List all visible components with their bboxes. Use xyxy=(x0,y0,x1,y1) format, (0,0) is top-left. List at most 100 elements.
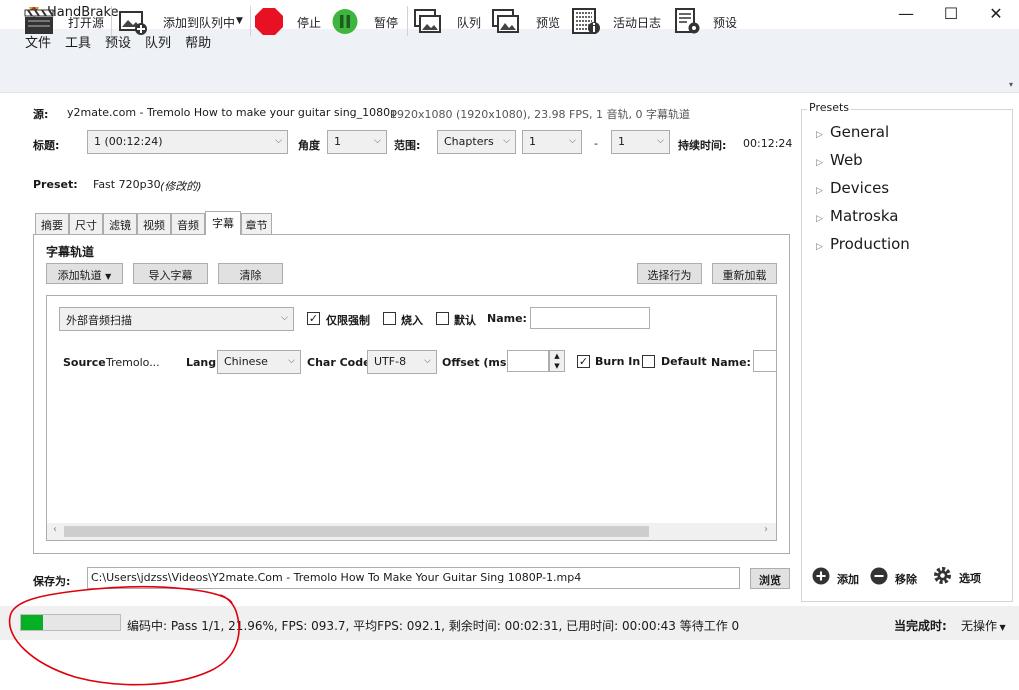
preset-devices-label: Devices xyxy=(830,179,890,197)
add-to-queue-dropdown-icon[interactable]: ▼ xyxy=(236,16,243,26)
tab-chapters[interactable]: 章节 xyxy=(241,213,272,234)
range-type-value: Chapters xyxy=(444,135,494,148)
burn-in-checkbox-2[interactable]: ✓ xyxy=(577,355,590,368)
lang-select[interactable]: Chinese ⌵ xyxy=(217,350,301,374)
forced-only-label: 仅限强制 xyxy=(326,314,370,327)
tab-filters[interactable]: 滤镜 xyxy=(103,213,137,234)
menu-queue[interactable]: 队列 xyxy=(144,29,178,51)
burn-in-checkbox[interactable] xyxy=(383,312,396,325)
stop-button[interactable]: 停止 xyxy=(297,14,321,31)
title-select[interactable]: 1 (00:12:24) ⌵ xyxy=(87,130,288,154)
tab-summary[interactable]: 摘要 xyxy=(35,213,69,234)
range-start-select[interactable]: 1 ⌵ xyxy=(522,130,582,154)
angle-select[interactable]: 1 ⌵ xyxy=(327,130,387,154)
gear-icon[interactable] xyxy=(932,565,953,586)
add-track-button[interactable]: 添加轨道 ▼ xyxy=(46,263,123,284)
spin-up-icon[interactable]: ▲ xyxy=(550,351,564,361)
scroll-left-icon[interactable]: ‹ xyxy=(53,524,57,535)
clapperboard-icon[interactable] xyxy=(24,8,54,35)
spin-down-icon[interactable]: ▼ xyxy=(550,361,564,371)
default-checkbox-2[interactable] xyxy=(642,355,655,368)
menu-tools[interactable]: 工具 xyxy=(64,29,98,51)
preset-production-label: Production xyxy=(830,235,910,253)
activity-log-button[interactable]: 活动日志 xyxy=(613,14,661,31)
default-label-2: Default xyxy=(661,355,707,368)
add-preset-button[interactable]: 添加 xyxy=(837,571,859,587)
clear-button[interactable]: 清除 xyxy=(218,263,283,284)
browse-button[interactable]: 浏览 xyxy=(750,568,790,589)
add-to-queue-button[interactable]: 添加到队列中 xyxy=(163,14,235,31)
pause-icon[interactable] xyxy=(331,8,361,35)
duration-value: 00:12:24 xyxy=(743,137,793,150)
when-done-label: 当完成时: xyxy=(894,619,947,633)
remove-preset-button[interactable]: 移除 xyxy=(895,571,917,587)
track-source-select[interactable]: 外部音频扫描 ⌵ xyxy=(59,307,294,331)
source-name: y2mate.com - Tremolo How to make your gu… xyxy=(67,106,398,119)
range-end-select[interactable]: 1 ⌵ xyxy=(611,130,670,154)
preset-general[interactable]: ▷ General xyxy=(816,123,889,141)
source-field-value: Tremolo... xyxy=(106,356,160,369)
import-subtitle-button[interactable]: 导入字幕 xyxy=(133,263,208,284)
chevron-down-icon: ⌵ xyxy=(275,136,282,146)
add-circle-icon[interactable] xyxy=(812,567,830,585)
offset-spinner[interactable]: ▲ ▼ xyxy=(549,350,565,372)
preview-icon[interactable] xyxy=(491,8,521,35)
scrollbar-thumb[interactable] xyxy=(64,526,649,537)
preset-value: Fast 720p30 xyxy=(93,178,161,191)
reload-button[interactable]: 重新加载 xyxy=(712,263,777,284)
menu-help[interactable]: 帮助 xyxy=(184,29,218,51)
name-input[interactable] xyxy=(530,307,650,329)
queue-icon[interactable] xyxy=(413,8,443,35)
maximize-button[interactable]: ☐ xyxy=(928,0,974,26)
forced-only-checkbox[interactable]: ✓ xyxy=(307,312,320,325)
queue-button[interactable]: 队列 xyxy=(457,14,481,31)
dropdown-arrow-icon: ▼ xyxy=(105,272,112,281)
name-label: Name: xyxy=(487,312,527,325)
char-code-select[interactable]: UTF-8 ⌵ xyxy=(367,350,437,374)
tab-video[interactable]: 视频 xyxy=(137,213,171,234)
default-checkbox[interactable] xyxy=(436,312,449,325)
presets-title: Presets xyxy=(807,101,852,114)
preview-button[interactable]: 预览 xyxy=(536,14,560,31)
offset-input[interactable] xyxy=(507,350,549,372)
preset-devices[interactable]: ▷ Devices xyxy=(816,179,889,197)
open-source-button[interactable]: 打开源 xyxy=(68,14,104,31)
pause-button[interactable]: 暂停 xyxy=(374,14,398,31)
track-source-value: 外部音频扫描 xyxy=(66,314,132,327)
preset-matroska[interactable]: ▷ Matroska xyxy=(816,207,898,225)
presets-button[interactable]: 预设 xyxy=(713,14,737,31)
preset-web[interactable]: ▷ Web xyxy=(816,151,863,169)
when-done-value: 无操作 xyxy=(961,619,998,633)
subtitle-track-list xyxy=(46,295,777,541)
preset-production[interactable]: ▷ Production xyxy=(816,235,910,253)
expand-triangle-icon: ▷ xyxy=(816,242,823,252)
stop-icon[interactable] xyxy=(254,8,284,35)
chevron-down-icon: ⌵ xyxy=(503,136,510,146)
presets-settings-icon[interactable] xyxy=(673,8,703,35)
range-type-select[interactable]: Chapters ⌵ xyxy=(437,130,516,154)
range-label: 范围: xyxy=(394,139,421,152)
preset-web-label: Web xyxy=(830,151,863,169)
select-behavior-button[interactable]: 选择行为 xyxy=(637,263,702,284)
when-done-select[interactable]: 无操作 ▼ xyxy=(961,617,1006,634)
toolbar xyxy=(0,51,1019,93)
toolbar-divider xyxy=(407,6,408,36)
scroll-right-icon[interactable]: › xyxy=(764,524,768,535)
preset-options-button[interactable]: 选项 xyxy=(959,570,981,586)
minimize-button[interactable]: — xyxy=(883,0,929,26)
offset-label: Offset (ms) xyxy=(442,356,512,369)
range-start-value: 1 xyxy=(529,135,536,148)
source-field-label: Source xyxy=(63,356,106,369)
tab-subtitles[interactable]: 字幕 xyxy=(205,211,241,235)
char-code-value: UTF-8 xyxy=(374,355,407,368)
activity-log-icon[interactable] xyxy=(571,8,601,35)
add-to-queue-icon[interactable] xyxy=(118,8,148,35)
remove-circle-icon[interactable] xyxy=(870,567,888,585)
preset-matroska-label: Matroska xyxy=(830,207,899,225)
tab-audio[interactable]: 音频 xyxy=(171,213,205,234)
chevron-down-icon: ⌵ xyxy=(424,356,431,366)
close-button[interactable]: ✕ xyxy=(973,0,1019,26)
tab-dimensions[interactable]: 尺寸 xyxy=(69,213,103,234)
name-input-2[interactable] xyxy=(753,350,776,372)
toolbar-overflow-icon[interactable]: ▾ xyxy=(1009,80,1013,89)
